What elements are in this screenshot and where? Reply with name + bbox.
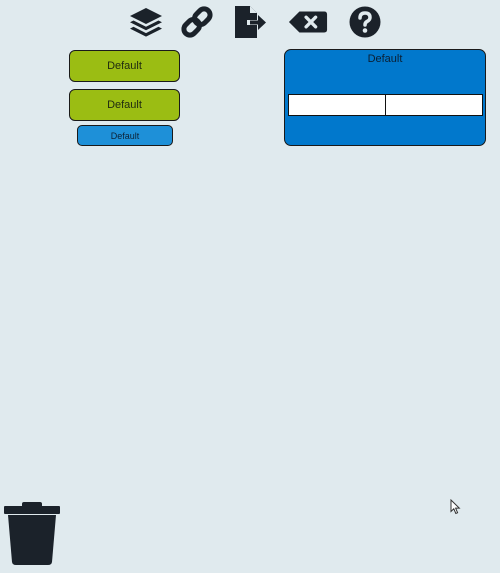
help-icon[interactable] [345,2,385,42]
button-label: Default [107,60,142,72]
button-label: Default [107,99,142,111]
panel-title: Default [367,53,403,65]
default-button-1[interactable]: Default [69,50,180,82]
mouse-cursor-icon [450,498,461,520]
export-file-icon[interactable] [229,2,269,42]
default-panel: Default [284,49,486,146]
trash-icon[interactable] [4,500,60,571]
link-icon[interactable] [177,2,217,42]
layers-icon[interactable] [126,2,166,42]
panel-field-right[interactable] [385,94,483,116]
panel-field-left[interactable] [288,94,386,116]
button-label: Default [110,130,140,141]
default-button-small[interactable]: Default [77,125,173,146]
default-button-2[interactable]: Default [69,89,180,121]
backspace-icon[interactable] [288,2,328,42]
